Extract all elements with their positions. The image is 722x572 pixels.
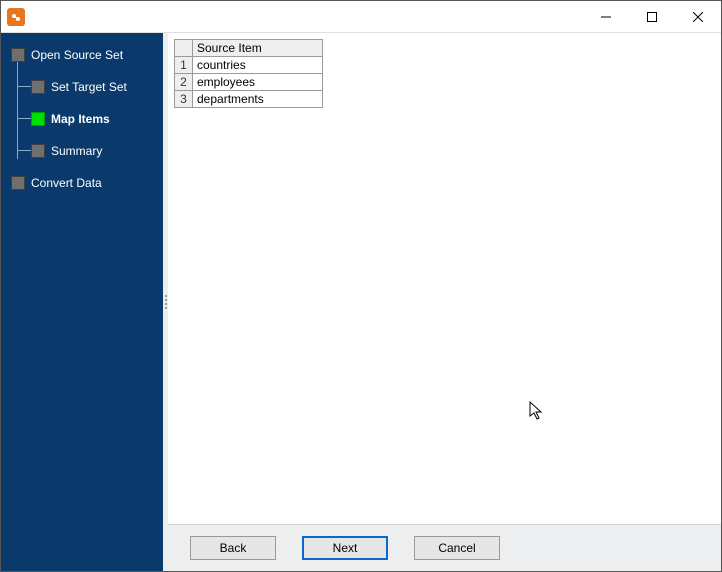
step-label: Set Target Set (51, 80, 127, 94)
tree-connector (17, 150, 31, 151)
cell-source-item[interactable]: employees (193, 74, 323, 91)
cell-source-item[interactable]: departments (193, 91, 323, 108)
tree-connector (17, 55, 18, 159)
step-box-icon (31, 112, 45, 126)
step-set-target-set[interactable]: Set Target Set (31, 75, 157, 99)
step-box-icon (31, 144, 45, 158)
source-items-table: Source Item 1 countries 2 employees (174, 39, 323, 108)
content-area: Source Item 1 countries 2 employees (168, 33, 721, 525)
step-label: Map Items (51, 112, 110, 126)
maximize-button[interactable] (629, 1, 675, 32)
step-label: Open Source Set (31, 48, 123, 62)
tree-connector (17, 118, 31, 119)
step-map-items[interactable]: Map Items (31, 107, 157, 131)
step-label: Convert Data (31, 176, 102, 190)
body: Open Source Set Set Target Set Map Items… (1, 33, 721, 571)
main-panel: Source Item 1 countries 2 employees (168, 33, 721, 571)
minimize-button[interactable] (583, 1, 629, 32)
tree-connector (17, 86, 31, 87)
titlebar-left (1, 8, 33, 26)
step-box-icon (11, 176, 25, 190)
wizard-steps-sidebar: Open Source Set Set Target Set Map Items… (1, 33, 163, 571)
wizard-window: Open Source Set Set Target Set Map Items… (0, 0, 722, 572)
back-button[interactable]: Back (190, 536, 276, 560)
step-box-icon (31, 80, 45, 94)
column-header-source-item[interactable]: Source Item (193, 40, 323, 57)
table-corner[interactable] (175, 40, 193, 57)
step-open-source-set[interactable]: Open Source Set (11, 43, 157, 67)
step-label: Summary (51, 144, 102, 158)
table-row[interactable]: 3 departments (175, 91, 323, 108)
step-convert-data[interactable]: Convert Data (11, 171, 157, 195)
app-icon (7, 8, 25, 26)
table-row[interactable]: 1 countries (175, 57, 323, 74)
step-box-icon (11, 48, 25, 62)
wizard-steps-list: Open Source Set Set Target Set Map Items… (11, 43, 157, 195)
splitter-grip-icon (165, 295, 167, 309)
cell-source-item[interactable]: countries (193, 57, 323, 74)
wizard-footer: Back Next Cancel (168, 525, 721, 571)
next-button[interactable]: Next (302, 536, 388, 560)
row-number: 3 (175, 91, 193, 108)
row-number: 1 (175, 57, 193, 74)
titlebar (1, 1, 721, 33)
row-number: 2 (175, 74, 193, 91)
close-button[interactable] (675, 1, 721, 32)
table-row[interactable]: 2 employees (175, 74, 323, 91)
step-summary[interactable]: Summary (31, 139, 157, 163)
window-controls (583, 1, 721, 32)
cancel-button[interactable]: Cancel (414, 536, 500, 560)
